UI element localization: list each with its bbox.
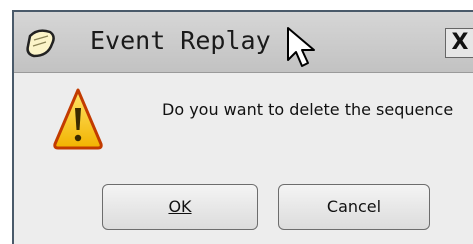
- dialog-message: Do you want to delete the sequence: [162, 100, 454, 119]
- close-button[interactable]: X: [445, 28, 473, 58]
- ok-button[interactable]: OK: [102, 184, 258, 230]
- title-bar[interactable]: Event Replay X: [14, 12, 473, 73]
- warning-icon: [53, 88, 103, 150]
- window-title: Event Replay: [90, 26, 271, 55]
- clipboard-icon: [26, 29, 55, 58]
- cancel-button[interactable]: Cancel: [278, 184, 430, 230]
- event-replay-dialog: Event Replay X Do you want to delete the…: [12, 10, 473, 244]
- mouse-cursor-icon: [287, 27, 315, 67]
- ok-button-label: OK: [168, 197, 192, 216]
